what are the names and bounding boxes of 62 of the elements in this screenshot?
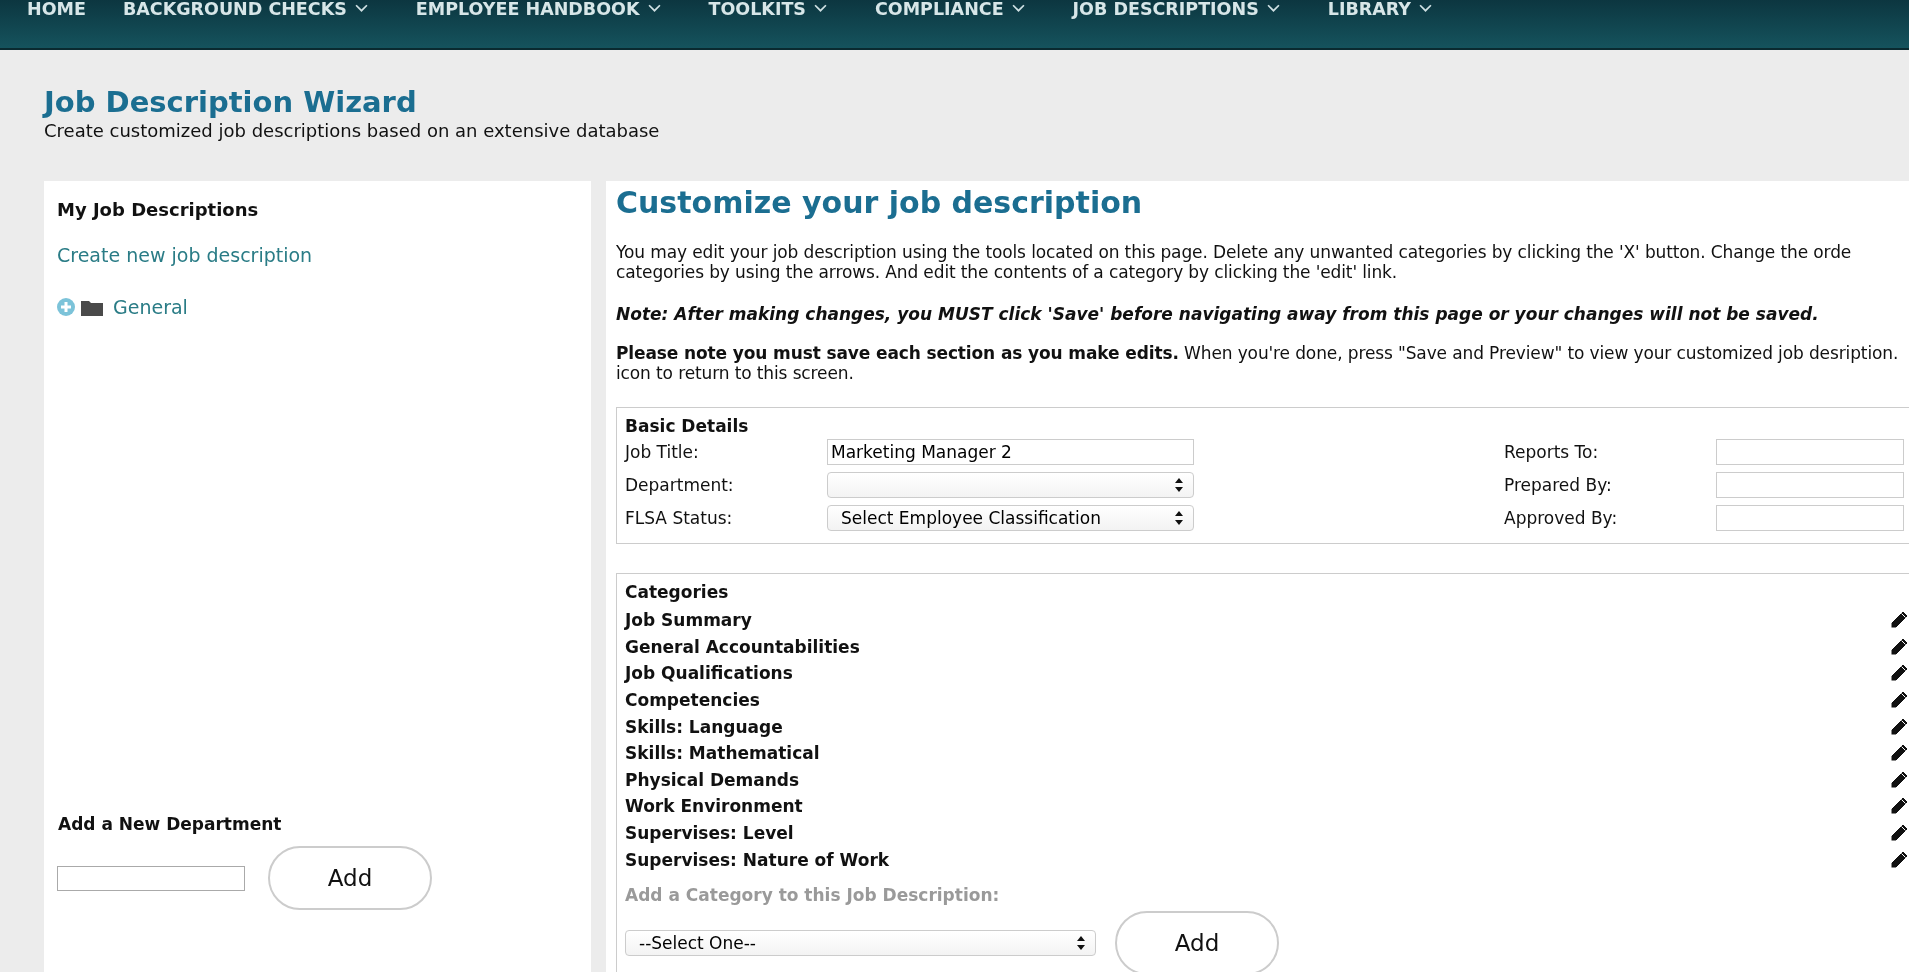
department-input[interactable] xyxy=(57,865,245,891)
category-name: Job Summary xyxy=(625,610,752,631)
panel-title: Basic Details xyxy=(625,416,750,436)
select-field[interactable]: Select Employee Classification xyxy=(827,504,1194,531)
text-field[interactable] xyxy=(1716,438,1904,465)
pencil-icon[interactable] xyxy=(1889,610,1909,631)
select-field[interactable] xyxy=(827,471,1194,498)
instruction-text: Please note you must save each section as you make edits. When you're done, press "Save and Preview" to view your customized job desription. xyxy=(616,343,1899,363)
pencil-icon[interactable] xyxy=(1889,796,1909,817)
field-label: Department: xyxy=(625,474,735,495)
category-name: Competencies xyxy=(625,690,760,711)
select-field[interactable]: --Select One-- xyxy=(625,929,1096,956)
instruction-text: icon to return to this screen. xyxy=(616,363,854,383)
pencil-icon[interactable] xyxy=(1889,716,1909,737)
instruction-text: categories by using the arrows. And edit the contents of a category by clicking the 'edit' link. xyxy=(616,262,1398,282)
panel-title: Categories xyxy=(625,582,730,602)
nav-menu-item[interactable]: BACKGROUND CHECKS xyxy=(122,0,368,18)
pencil-icon[interactable] xyxy=(1889,849,1909,870)
category-name: Job Qualifications xyxy=(625,663,793,684)
pencil-icon[interactable] xyxy=(1889,823,1909,844)
category-name: Skills: Language xyxy=(625,716,783,737)
category-name: Work Environment xyxy=(625,796,803,817)
nav-menu-item[interactable]: EMPLOYEE HANDBOOK xyxy=(415,0,661,18)
category-name: Physical Demands xyxy=(625,769,800,790)
create-link[interactable]: Create new job description xyxy=(57,244,313,266)
pencil-icon[interactable] xyxy=(1889,663,1909,684)
pencil-icon[interactable] xyxy=(1889,769,1909,790)
text-field[interactable] xyxy=(1716,471,1904,498)
pencil-icon[interactable] xyxy=(1889,743,1909,764)
updown-arrows-icon xyxy=(1077,935,1085,950)
page-subtitle: Create customized job descriptions based on an extensive database xyxy=(44,120,661,142)
section-title: Customize your job description xyxy=(616,184,1144,222)
nav-menu-item[interactable]: JOB DESCRIPTIONS xyxy=(1072,0,1280,18)
add-department-label: Add a New Department xyxy=(57,814,283,834)
note-text: Note: After making changes, you MUST click 'Save' before navigating away from this page or your changes will not be saved. xyxy=(616,304,1819,324)
folder-link[interactable]: General xyxy=(113,296,188,318)
category-name: Skills: Mathematical xyxy=(625,743,820,764)
category-name: General Accountabilities xyxy=(625,636,860,657)
add-category-label: Add a Category to this Job Description: xyxy=(625,884,1001,905)
text-field[interactable]: Marketing Manager 2 xyxy=(827,438,1194,465)
field-label: Job Title: xyxy=(625,441,700,462)
nav-menu-item[interactable]: TOOLKITS xyxy=(708,0,827,18)
nav-menu-item[interactable]: HOME xyxy=(27,0,86,18)
pencil-icon[interactable] xyxy=(1889,690,1909,711)
instruction-text: You may edit your job description using the tools located on this page. Delete any unwanted categories by clicking the 'X' button. Change the orde xyxy=(616,242,1852,262)
sidebar-title: My Job Descriptions xyxy=(57,199,260,220)
field-label: Approved By: xyxy=(1504,507,1619,528)
field-label: Prepared By: xyxy=(1504,474,1613,495)
category-name: Supervises: Nature of Work xyxy=(625,849,890,870)
updown-arrows-icon xyxy=(1175,510,1183,525)
pencil-icon[interactable] xyxy=(1889,636,1909,657)
field-label: Reports To: xyxy=(1504,441,1600,462)
nav-menu-item[interactable]: COMPLIANCE xyxy=(875,0,1025,18)
text-field[interactable] xyxy=(1716,504,1904,531)
nav-menu-item[interactable]: LIBRARY xyxy=(1327,0,1432,18)
folder-icon xyxy=(81,298,103,316)
category-name: Supervises: Level xyxy=(625,823,794,844)
add-button[interactable]: Add xyxy=(1115,910,1279,972)
field-label: FLSA Status: xyxy=(625,507,734,528)
add-button[interactable]: Add xyxy=(268,846,432,910)
updown-arrows-icon xyxy=(1175,477,1183,492)
page-title: Job Description Wizard xyxy=(44,84,418,120)
